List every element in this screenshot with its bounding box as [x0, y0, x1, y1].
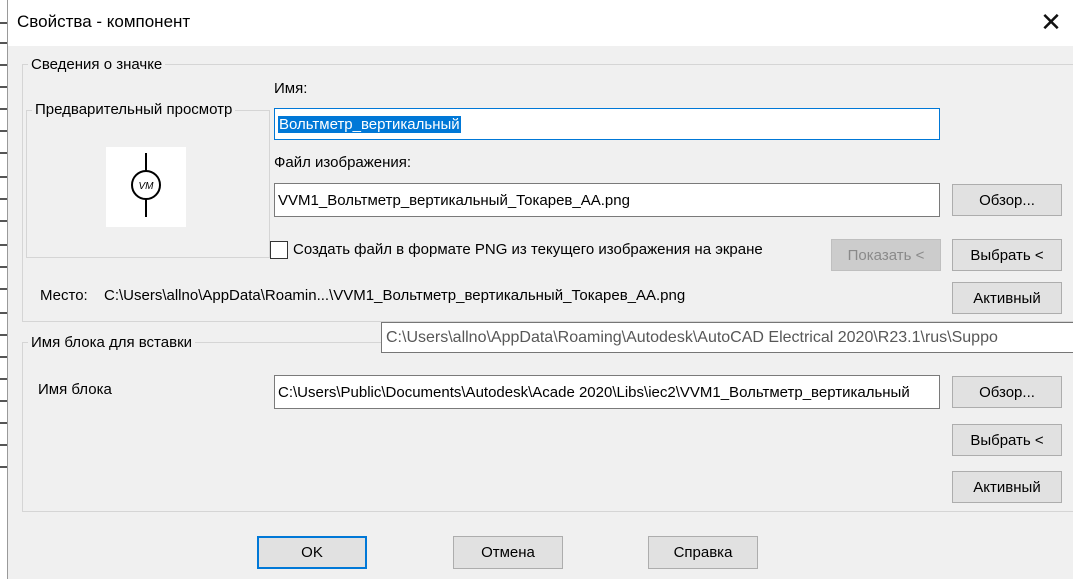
dialog-title: Свойства - компонент — [17, 12, 191, 31]
name-label: Имя: — [274, 80, 308, 97]
image-file-input[interactable]: VVM1_Вольтметр_вертикальный_Токарев_АА.p… — [274, 183, 940, 217]
block-name-input[interactable]: C:\Users\Public\Documents\Autodesk\Acade… — [274, 375, 940, 409]
preview-label: Предварительный просмотр — [32, 101, 236, 118]
name-input-value: Вольтметр_вертикальный — [278, 115, 461, 133]
preview-image: VM — [106, 147, 186, 227]
help-button[interactable]: Справка — [648, 536, 758, 569]
name-input[interactable]: Вольтметр_вертикальный — [274, 108, 940, 140]
active-image-button[interactable]: Активный — [952, 282, 1062, 314]
properties-dialog: Свойства - компонент ✕ Сведения о значке… — [7, 0, 1073, 579]
show-button[interactable]: Показать < — [831, 239, 941, 271]
title-bar: Свойства - компонент ✕ — [8, 0, 1073, 46]
block-legend: Имя блока для вставки — [28, 334, 196, 351]
voltmeter-symbol-icon: VM — [131, 153, 161, 217]
block-name-value: C:\Users\Public\Documents\Autodesk\Acade… — [278, 383, 910, 401]
tooltip-text: C:\Users\allno\AppData\Roaming\Autodesk\… — [386, 328, 998, 346]
location-value: C:\Users\allno\AppData\Roamin...\VVM1_Во… — [104, 287, 686, 304]
create-png-checkbox[interactable] — [270, 241, 288, 259]
pick-image-button[interactable]: Выбрать < — [952, 239, 1062, 271]
cancel-button[interactable]: Отмена — [453, 536, 563, 569]
block-browse-button[interactable]: Обзор... — [952, 376, 1062, 408]
image-browse-button[interactable]: Обзор... — [952, 184, 1062, 216]
block-pick-button[interactable]: Выбрать < — [952, 424, 1062, 456]
close-icon[interactable]: ✕ — [1038, 8, 1064, 36]
background-window-edge — [0, 0, 7, 579]
location-tooltip: C:\Users\allno\AppData\Roaming\Autodesk\… — [381, 322, 1073, 353]
image-file-value: VVM1_Вольтметр_вертикальный_Токарев_АА.p… — [278, 191, 630, 209]
block-group — [22, 342, 1073, 512]
create-png-label[interactable]: Создать файл в формате PNG из текущего и… — [293, 241, 763, 258]
icon-info-legend: Сведения о значке — [28, 56, 166, 73]
ok-button[interactable]: OK — [257, 536, 367, 569]
preview-symbol-text: VM — [139, 181, 155, 192]
location-label: Место: — [40, 287, 88, 304]
block-active-button[interactable]: Активный — [952, 471, 1062, 503]
block-name-label: Имя блока — [38, 381, 112, 398]
image-file-label: Файл изображения: — [274, 154, 412, 171]
